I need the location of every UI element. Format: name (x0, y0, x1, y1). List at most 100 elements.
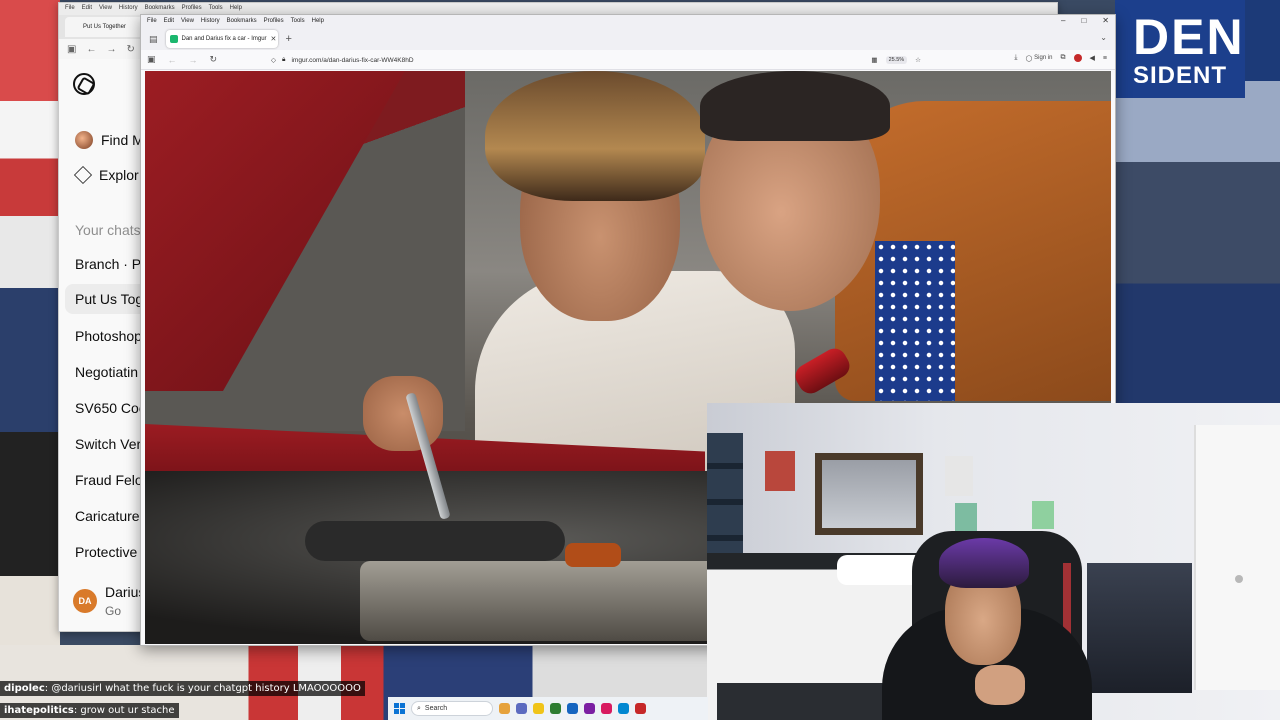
account-icon: ◯ (1025, 55, 1033, 62)
taskbar-youtube-icon[interactable] (635, 703, 646, 714)
menu-tools[interactable]: Tools (291, 18, 305, 28)
back-arrow-icon[interactable]: ← (168, 55, 177, 65)
megaphone-icon[interactable]: ◀ (1090, 54, 1095, 62)
chat-item[interactable]: Switch Veri (75, 436, 144, 452)
minimize-button[interactable]: – (1061, 16, 1065, 25)
menu-tools[interactable]: Tools (209, 5, 223, 13)
menu-profiles[interactable]: Profiles (264, 18, 284, 28)
maximize-button[interactable]: □ (1081, 16, 1086, 25)
window-controls: – □ ✕ (1061, 16, 1109, 25)
room-desk (1087, 563, 1192, 693)
menu-edit[interactable]: Edit (164, 18, 174, 28)
menu-file[interactable]: File (65, 5, 75, 13)
menu-view[interactable]: View (181, 18, 194, 28)
sidebar-toggle-icon[interactable]: ▣ (147, 54, 156, 65)
menu-bookmarks[interactable]: Bookmarks (145, 5, 175, 13)
chat-item-active[interactable]: Put Us Tog (65, 284, 151, 314)
taskbar-opera-icon[interactable] (601, 703, 612, 714)
chat-username: dipolec (4, 683, 45, 694)
front-menubar: File Edit View History Bookmarks Profile… (141, 15, 1115, 28)
menu-bookmarks[interactable]: Bookmarks (227, 18, 257, 28)
taskbar-teams-icon[interactable] (584, 703, 595, 714)
engine-block (360, 561, 720, 641)
chat-message-bubble: dipolec: @dariusirl what the fuck is you… (0, 681, 365, 696)
new-tab-button[interactable]: + (286, 33, 292, 45)
extensions-icon[interactable]: ⧉ (1061, 54, 1066, 62)
your-chats-heading: Your chats (75, 222, 141, 238)
tracking-shield-icon[interactable]: ◇ (271, 56, 276, 64)
menu-history[interactable]: History (119, 5, 138, 13)
taskbar-copilot-icon[interactable] (516, 703, 527, 714)
search-icon: ⌕ (417, 704, 421, 712)
bookmark-star-icon[interactable]: ☆ (915, 56, 921, 64)
chat-item[interactable]: Protective (75, 544, 137, 560)
room-door (1194, 425, 1280, 690)
taskbar-widget-icon[interactable] (499, 703, 510, 714)
chat-item[interactable]: Branch · Pu (75, 256, 149, 272)
forward-arrow-icon[interactable]: → (106, 44, 116, 55)
sign-in-label: Sign in (1034, 55, 1053, 61)
menu-help[interactable]: Help (230, 5, 242, 13)
back-tab-chatgpt[interactable]: Put Us Together (65, 17, 147, 37)
sidebar-toggle-icon[interactable]: ▣ (67, 44, 76, 55)
user-avatar[interactable]: DA (73, 589, 97, 613)
zoom-level[interactable]: 25.5% (885, 56, 908, 64)
url-text[interactable]: imgur.com/a/dan-darius-fix-car-WW4K8hD (291, 57, 413, 64)
lock-icon[interactable]: 🔒︎ (282, 56, 285, 64)
close-window-button[interactable]: ✕ (1102, 16, 1109, 25)
menu-history[interactable]: History (201, 18, 220, 28)
reload-icon[interactable]: ↻ (210, 54, 218, 65)
url-bar[interactable]: ◇ 🔒︎ imgur.com/a/dan-darius-fix-car-WW4K… (271, 53, 921, 67)
menu-profiles[interactable]: Profiles (182, 5, 202, 13)
engine-hose (305, 521, 565, 561)
sign-in-button[interactable]: ◯ Sign in (1025, 55, 1052, 62)
taskbar-app-icon[interactable] (550, 703, 561, 714)
oil-cap (565, 543, 621, 567)
tab-imgur[interactable]: Dan and Darius fix a car - Imgur ✕ (165, 30, 278, 48)
imgur-favicon-icon (169, 35, 178, 43)
taskbar-store-icon[interactable] (567, 703, 578, 714)
chat-item[interactable]: Negotiatin (75, 364, 138, 380)
person-left-hair (485, 71, 705, 201)
tab-list-icon[interactable]: ▤ (149, 34, 158, 45)
taskbar-search[interactable]: ⌕ Search (411, 701, 493, 716)
download-icon[interactable]: ⤓ (1014, 54, 1017, 62)
sidebar-item-explore[interactable]: Explor (73, 165, 139, 185)
front-navbar: ▣ ← → ↻ ◇ 🔒︎ imgur.com/a/dan-darius-fix-… (141, 50, 1115, 70)
chat-item[interactable]: Photoshop (75, 328, 142, 344)
chat-item[interactable]: Fraud Felo (75, 472, 143, 488)
menu-edit[interactable]: Edit (82, 5, 92, 13)
chevron-down-icon[interactable]: ⌄ (1100, 33, 1107, 42)
extension-red-icon[interactable] (1073, 54, 1082, 62)
windows-taskbar: ⌕ Search (388, 697, 708, 720)
toolbar-right: ⤓ ◯ Sign in ⧉ ◀ ≡ (1014, 54, 1107, 62)
menu-hamburger-icon[interactable]: ≡ (1103, 55, 1107, 62)
menu-file[interactable]: File (147, 18, 157, 28)
back-arrow-icon[interactable]: ← (86, 44, 96, 55)
reload-icon[interactable]: ↻ (126, 44, 134, 55)
forward-arrow-icon[interactable]: → (189, 55, 198, 65)
windows-start-icon[interactable] (394, 703, 405, 714)
menu-help[interactable]: Help (312, 18, 324, 28)
stream-chat-overlay: dipolec: @dariusirl what the fuck is you… (0, 678, 400, 720)
campaign-sign: DEN SIDENT (1115, 0, 1245, 98)
url-bar-actions: ▦ 25.5% ☆ (871, 56, 921, 64)
campaign-sign-big-text: DEN (1133, 9, 1245, 65)
openai-logo-icon[interactable] (73, 73, 95, 95)
chat-message: dipolec: @dariusirl what the fuck is you… (0, 678, 400, 700)
reader-view-icon[interactable]: ▦ (871, 56, 877, 64)
sidebar-item-find-label: Find M (101, 132, 144, 148)
tab-close-icon[interactable]: ✕ (271, 35, 277, 43)
poster (955, 503, 977, 531)
chat-message-bubble: ihatepolitics: grow out ur stache (0, 703, 179, 718)
chat-item[interactable]: Caricature (75, 508, 140, 524)
sidebar-item-find[interactable]: Find M (75, 131, 144, 149)
taskbar-search-placeholder: Search (424, 705, 448, 712)
door-knob (1235, 575, 1243, 583)
taskbar-edge-icon[interactable] (618, 703, 629, 714)
avatar-image-icon (75, 131, 93, 149)
taskbar-explorer-icon[interactable] (533, 703, 544, 714)
chat-item[interactable]: SV650 Coc (75, 400, 146, 416)
menu-view[interactable]: View (99, 5, 112, 13)
cube-icon (73, 165, 93, 185)
